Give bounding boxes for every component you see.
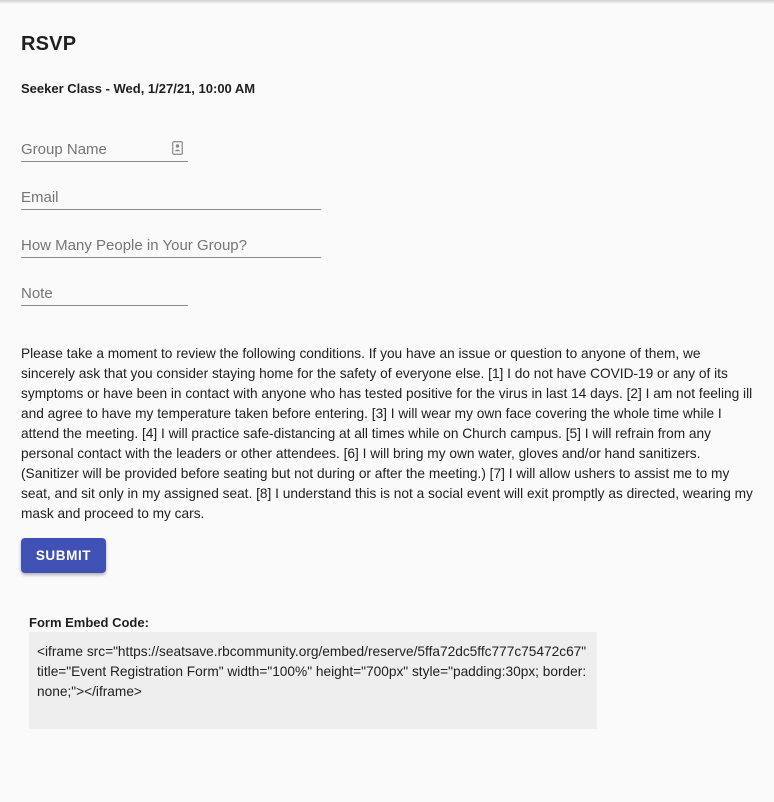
event-subtitle: Seeker Class - Wed, 1/27/21, 10:00 AM — [21, 81, 256, 96]
note-field[interactable] — [21, 282, 188, 306]
group-name-field[interactable] — [21, 138, 188, 162]
email-field[interactable] — [21, 186, 321, 210]
submit-button[interactable]: SUBMIT — [21, 538, 106, 573]
note-input[interactable] — [21, 282, 188, 304]
people-count-field[interactable] — [21, 234, 321, 258]
email-input[interactable] — [21, 186, 321, 208]
contact-card-icon[interactable] — [172, 141, 183, 155]
conditions-text: Please take a moment to review the follo… — [21, 346, 753, 521]
people-count-input[interactable] — [21, 234, 321, 256]
top-shadow — [0, 0, 774, 4]
embed-code-label: Form Embed Code: — [29, 615, 149, 630]
group-name-input[interactable] — [21, 138, 188, 160]
embed-code-box[interactable]: <iframe src="https://seatsave.rbcommunit… — [29, 632, 597, 729]
page-title: RSVP — [21, 33, 77, 55]
